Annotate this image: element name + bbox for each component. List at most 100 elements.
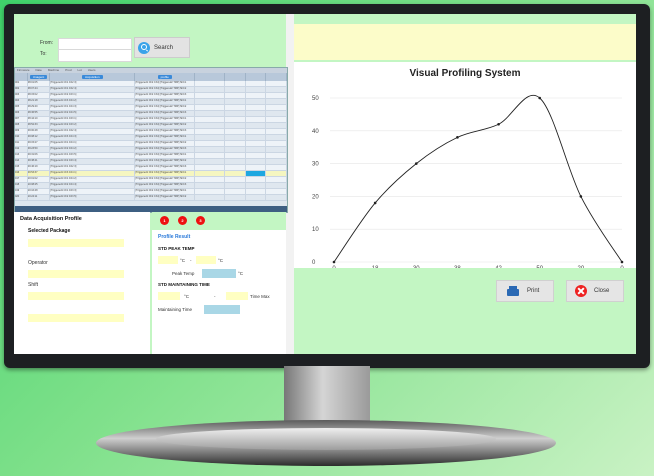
table-cell[interactable]: [Triggered1 Ch2 Ch4] [Triggered2 TMP] Sh… bbox=[135, 141, 196, 146]
table-cell[interactable] bbox=[246, 105, 267, 110]
table-cell[interactable] bbox=[195, 153, 226, 158]
table-cell[interactable] bbox=[266, 99, 287, 104]
table-cell[interactable]: 003 bbox=[15, 93, 28, 98]
table-cell[interactable] bbox=[195, 123, 226, 128]
table-cell[interactable]: 09:23:50 bbox=[28, 147, 51, 152]
table-cell[interactable]: 018 bbox=[15, 183, 28, 188]
grid-header-cell[interactable]: Unagent bbox=[28, 73, 51, 81]
table-cell[interactable] bbox=[225, 141, 246, 146]
table-cell[interactable]: [Triggered1 Ch2 Ch4] [Triggered2 TMP] Sh… bbox=[135, 159, 196, 164]
maint-time-min-field[interactable] bbox=[158, 292, 180, 300]
table-cell[interactable]: [Triggered1 Ch1 Ch2 4] bbox=[50, 129, 136, 134]
table-cell[interactable]: 08:29:40 bbox=[28, 105, 51, 110]
table-cell[interactable] bbox=[266, 195, 287, 200]
table-cell[interactable]: [Triggered1 Ch1 Ch4 3] bbox=[50, 105, 136, 110]
table-cell[interactable]: [Triggered1 Ch2 Ch4] [Triggered2 TMP] Sh… bbox=[135, 99, 196, 104]
table-cell[interactable]: 08:01:05 bbox=[28, 81, 51, 86]
table-cell[interactable] bbox=[266, 111, 287, 116]
table-cell[interactable]: [Triggered1 Ch2 Ch4] [Triggered2 TMP] Sh… bbox=[135, 81, 196, 86]
table-cell[interactable] bbox=[246, 141, 267, 146]
table-cell[interactable] bbox=[246, 183, 267, 188]
table-cell[interactable]: [Triggered1 Ch2 Ch4] [Triggered2 TMP] Sh… bbox=[135, 129, 196, 134]
shift-field[interactable] bbox=[28, 292, 124, 300]
table-cell[interactable]: 001 bbox=[15, 81, 28, 86]
table-cell[interactable]: 09:31:06 bbox=[28, 153, 51, 158]
table-cell[interactable] bbox=[246, 189, 267, 194]
selected-package-field[interactable] bbox=[28, 239, 124, 247]
table-cell[interactable]: [Triggered1 Ch2 Ch4 4] bbox=[50, 183, 136, 188]
table-cell[interactable] bbox=[195, 129, 226, 134]
table-cell[interactable] bbox=[266, 87, 287, 92]
table-cell[interactable] bbox=[195, 93, 226, 98]
table-cell[interactable] bbox=[195, 105, 226, 110]
table-cell[interactable] bbox=[225, 99, 246, 104]
table-cell[interactable]: 006 bbox=[15, 111, 28, 116]
table-cell[interactable] bbox=[266, 141, 287, 146]
table-cell[interactable]: [Triggered1 Ch2 Ch3 5] bbox=[50, 195, 136, 200]
table-cell[interactable]: [Triggered1 Ch2 Ch4] [Triggered2 TMP] Sh… bbox=[135, 153, 196, 158]
table-cell[interactable] bbox=[195, 117, 226, 122]
table-cell[interactable]: [Triggered1 Ch2 Ch3 1] bbox=[50, 93, 136, 98]
table-cell[interactable] bbox=[246, 123, 267, 128]
table-cell[interactable] bbox=[195, 141, 226, 146]
table-cell[interactable]: [Triggered1 Ch1 Ch3 5] bbox=[50, 153, 136, 158]
table-cell[interactable] bbox=[266, 159, 287, 164]
table-cell[interactable] bbox=[246, 159, 267, 164]
table-cell[interactable]: [Triggered1 Ch2 Ch4] [Triggered2 TMP] Sh… bbox=[135, 147, 196, 152]
table-cell[interactable] bbox=[225, 189, 246, 194]
to-input[interactable] bbox=[58, 49, 132, 62]
table-cell[interactable] bbox=[266, 135, 287, 140]
grid-header-cell[interactable]: Acquisition bbox=[50, 73, 136, 81]
table-cell[interactable] bbox=[266, 177, 287, 182]
table-cell[interactable]: [Triggered1 Ch2 Ch4] [Triggered2 TMP] Sh… bbox=[135, 195, 196, 200]
tab-3[interactable]: 3 bbox=[196, 216, 205, 225]
table-cell[interactable]: 009 bbox=[15, 129, 28, 134]
table-row[interactable]: 020 10:24:11 [Triggered1 Ch2 Ch3 5] [Trigge… bbox=[15, 195, 287, 201]
table-cell[interactable]: 010 bbox=[15, 135, 28, 140]
table-cell[interactable] bbox=[195, 183, 226, 188]
table-cell[interactable] bbox=[246, 177, 267, 182]
table-cell[interactable]: 015 bbox=[15, 165, 28, 170]
table-cell[interactable] bbox=[266, 117, 287, 122]
table-cell[interactable] bbox=[266, 129, 287, 134]
table-cell[interactable]: 09:00:48 bbox=[28, 129, 51, 134]
table-cell[interactable]: [Triggered1 Ch1 Ch2 3] bbox=[50, 165, 136, 170]
table-cell[interactable] bbox=[225, 171, 246, 176]
table-cell[interactable]: [Triggered1 Ch2 Ch4] [Triggered2 TMP] Sh… bbox=[135, 135, 196, 140]
table-cell[interactable]: [Triggered1 Ch3 Ch4 2] bbox=[50, 99, 136, 104]
grid-header-cell[interactable]: profile bbox=[135, 73, 196, 81]
table-cell[interactable] bbox=[225, 129, 246, 134]
table-cell[interactable] bbox=[266, 93, 287, 98]
extra-field[interactable] bbox=[28, 314, 124, 322]
table-cell[interactable] bbox=[266, 165, 287, 170]
table-cell[interactable]: [Triggered1 Ch3 Ch4 3] bbox=[50, 135, 136, 140]
table-cell[interactable]: 08:07:44 bbox=[28, 87, 51, 92]
table-cell[interactable] bbox=[246, 195, 267, 200]
print-button[interactable]: Print bbox=[496, 280, 554, 302]
table-cell[interactable] bbox=[246, 111, 267, 116]
table-cell[interactable]: [Triggered1 Ch2 Ch4] [Triggered2 TMP] Sh… bbox=[135, 183, 196, 188]
table-cell[interactable]: [Triggered1 Ch2 Ch4] [Triggered2 TMP] Sh… bbox=[135, 177, 196, 182]
table-cell[interactable] bbox=[246, 87, 267, 92]
table-cell[interactable] bbox=[246, 129, 267, 134]
table-cell[interactable] bbox=[266, 81, 287, 86]
table-cell[interactable]: [Triggered1 Ch1 Ch4 1] bbox=[50, 141, 136, 146]
table-cell[interactable]: [Triggered1 Ch2 Ch4 2] bbox=[50, 147, 136, 152]
table-cell[interactable] bbox=[266, 171, 287, 176]
table-cell[interactable]: 004 bbox=[15, 99, 28, 104]
table-cell[interactable]: 09:38:41 bbox=[28, 159, 51, 164]
table-cell[interactable] bbox=[195, 147, 226, 152]
table-cell[interactable] bbox=[266, 123, 287, 128]
table-cell[interactable]: 020 bbox=[15, 195, 28, 200]
peak-temp-max-field[interactable] bbox=[196, 256, 216, 264]
table-cell[interactable] bbox=[246, 147, 267, 152]
table-cell[interactable] bbox=[266, 105, 287, 110]
table-cell[interactable]: [Triggered1 Ch2 Ch4] [Triggered2 TMP] Sh… bbox=[135, 117, 196, 122]
table-cell[interactable]: 08:44:10 bbox=[28, 117, 51, 122]
table-cell[interactable]: 011 bbox=[15, 141, 28, 146]
table-cell[interactable] bbox=[225, 147, 246, 152]
table-cell[interactable] bbox=[266, 147, 287, 152]
table-cell[interactable] bbox=[225, 105, 246, 110]
table-cell[interactable] bbox=[246, 153, 267, 158]
table-cell[interactable]: [Triggered1 Ch2 Ch4] [Triggered2 TMP] Sh… bbox=[135, 93, 196, 98]
